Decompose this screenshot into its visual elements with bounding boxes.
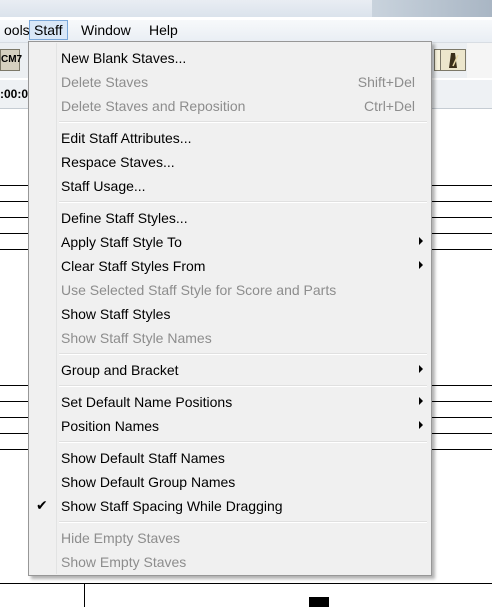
submenu-arrow-icon xyxy=(419,365,423,373)
rest-glyph xyxy=(309,597,329,607)
staff-menu-dropdown: New Blank Staves... Delete Staves Shift+… xyxy=(28,41,432,576)
title-strip-right xyxy=(372,0,492,17)
menu-bar: ools Staff Window Help xyxy=(0,20,492,43)
menu-window[interactable]: Window xyxy=(77,20,135,40)
submenu-arrow-icon xyxy=(419,261,423,269)
menu-item-show-default-staff-names[interactable]: Show Default Staff Names xyxy=(31,447,429,469)
chord-tool-button[interactable]: CM7 xyxy=(0,49,22,71)
menu-staff[interactable]: Staff xyxy=(29,20,68,40)
submenu-arrow-icon xyxy=(419,397,423,405)
staff-line xyxy=(0,583,492,584)
menu-item-delete-staves: Delete Staves Shift+Del xyxy=(31,71,429,93)
menu-item-show-empty-staves: Show Empty Staves xyxy=(31,551,429,573)
time-readout: :00:0 xyxy=(0,87,29,101)
menu-item-label: Show Default Group Names xyxy=(61,474,236,490)
menu-item-label: Position Names xyxy=(61,418,160,434)
menu-help[interactable]: Help xyxy=(145,20,182,40)
menu-item-apply-staff-style-to[interactable]: Apply Staff Style To xyxy=(31,231,429,253)
menu-separator xyxy=(59,385,427,387)
menu-item-label: Show Default Staff Names xyxy=(61,450,225,466)
menu-item-label: Staff Usage... xyxy=(61,178,146,194)
window-title-strip xyxy=(0,0,492,17)
menu-separator xyxy=(59,121,427,123)
menu-item-shortcut: Ctrl+Del xyxy=(364,98,415,114)
menu-item-label: Show Staff Style Names xyxy=(61,330,212,346)
metronome-icon xyxy=(449,53,459,68)
menu-item-edit-staff-attributes[interactable]: Edit Staff Attributes... xyxy=(31,127,429,149)
menu-item-show-staff-styles[interactable]: Show Staff Styles xyxy=(31,303,429,325)
menu-item-label: Show Staff Spacing While Dragging xyxy=(61,498,283,514)
menu-item-respace-staves[interactable]: Respace Staves... xyxy=(31,151,429,173)
menu-item-show-staff-spacing-while-dragging[interactable]: ✔ Show Staff Spacing While Dragging xyxy=(31,495,429,517)
menu-item-label: Show Empty Staves xyxy=(61,554,187,570)
menu-item-position-names[interactable]: Position Names xyxy=(31,415,429,437)
menu-item-clear-staff-styles-from[interactable]: Clear Staff Styles From xyxy=(31,255,429,277)
menu-item-shortcut: Shift+Del xyxy=(357,74,415,90)
menu-item-label: Set Default Name Positions xyxy=(61,394,233,410)
metronome-tool-button[interactable] xyxy=(440,49,466,71)
menu-item-hide-empty-staves: Hide Empty Staves xyxy=(31,527,429,549)
menu-item-group-and-bracket[interactable]: Group and Bracket xyxy=(31,359,429,381)
menu-item-label: Clear Staff Styles From xyxy=(61,258,206,274)
menu-item-label: Group and Bracket xyxy=(61,362,179,378)
menu-item-label: Define Staff Styles... xyxy=(61,210,188,226)
menu-item-label: Delete Staves xyxy=(61,74,149,90)
menu-item-show-staff-style-names: Show Staff Style Names xyxy=(31,327,429,349)
menu-item-label: Respace Staves... xyxy=(61,154,175,170)
menu-separator xyxy=(59,201,427,203)
menu-item-staff-usage[interactable]: Staff Usage... xyxy=(31,175,429,197)
menu-item-label: Hide Empty Staves xyxy=(61,530,181,546)
toolbar-end xyxy=(467,43,492,78)
barline xyxy=(84,583,85,607)
menu-separator xyxy=(59,441,427,443)
menu-item-label: Show Staff Styles xyxy=(61,306,171,322)
menu-item-define-staff-styles[interactable]: Define Staff Styles... xyxy=(31,207,429,229)
submenu-arrow-icon xyxy=(419,237,423,245)
menu-item-show-default-group-names[interactable]: Show Default Group Names xyxy=(31,471,429,493)
submenu-arrow-icon xyxy=(419,421,423,429)
menu-item-label: New Blank Staves... xyxy=(61,50,187,66)
menu-item-label: Delete Staves and Reposition xyxy=(61,98,246,114)
menu-separator xyxy=(59,353,427,355)
menu-item-delete-staves-reposition: Delete Staves and Reposition Ctrl+Del xyxy=(31,95,429,117)
menu-item-new-blank-staves[interactable]: New Blank Staves... xyxy=(31,47,429,69)
menu-separator xyxy=(59,521,427,523)
checkmark-icon: ✔ xyxy=(36,497,48,513)
menu-item-label: Apply Staff Style To xyxy=(61,234,182,250)
menu-item-use-selected-staff-style: Use Selected Staff Style for Score and P… xyxy=(31,279,429,301)
menu-item-label: Edit Staff Attributes... xyxy=(61,130,192,146)
menu-item-label: Use Selected Staff Style for Score and P… xyxy=(61,282,337,298)
menu-item-set-default-name-positions[interactable]: Set Default Name Positions xyxy=(31,391,429,413)
